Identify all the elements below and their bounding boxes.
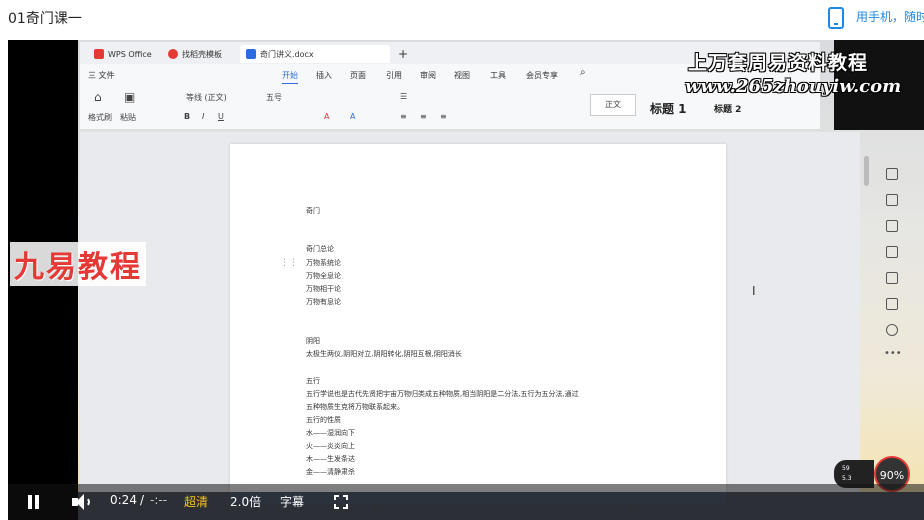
document-line: 五行 — [306, 377, 320, 385]
settings-icon — [886, 220, 898, 232]
menu-page: 页面 — [350, 71, 366, 80]
document-line: 五行的性质 — [306, 416, 341, 424]
quality-button[interactable]: 超清 — [184, 493, 208, 510]
bold-icon: B — [184, 112, 191, 121]
pause-icon[interactable] — [28, 495, 40, 509]
menu-file: 三 文件 — [88, 71, 115, 80]
player-controls: 0:24 / -:-- 超清 2.0倍 字幕 — [8, 484, 924, 520]
course-title: 01奇门课一 — [8, 11, 82, 27]
format-painter-icon: ⌂ — [94, 90, 102, 104]
pen-icon — [886, 168, 898, 180]
document-line: 万物系统论 — [306, 259, 341, 267]
tab-label: 找稻壳模板 — [182, 49, 222, 59]
phone-icon[interactable] — [828, 7, 844, 29]
more-icon: ••• — [884, 348, 902, 359]
style-normal: 正文 — [590, 94, 636, 116]
net-up-value: 59 — [842, 465, 850, 472]
document-line: 奇门总论 — [306, 245, 334, 253]
document-line: 五行学说也是古代先贤把宇宙万物归类成五种物质,相当阴阳是二分法,五行为五分法,通… — [306, 390, 579, 398]
share-icon — [886, 272, 898, 284]
paste-label: 粘贴 — [120, 113, 136, 122]
drag-handle-icon: ⋮⋮ — [280, 258, 298, 268]
document-line: 木——生发条达 — [306, 455, 355, 463]
new-tab-icon: + — [398, 47, 409, 61]
document-line: 金——清静肃杀 — [306, 468, 355, 476]
menu-tools: 工具 — [490, 71, 506, 80]
document-line: 太极生两仪,阴阳对立,阴阳转化,阴阳互根,阴阳消长 — [306, 350, 462, 358]
highlight-icon: A — [324, 112, 330, 121]
align-right-icon: ≡ — [440, 112, 447, 121]
tab-label: 奇门讲义.docx — [260, 49, 314, 59]
align-left-icon: ≡ — [400, 112, 407, 121]
style-heading2: 标题 2 — [714, 105, 742, 115]
font-size-select: 五号 — [266, 93, 282, 102]
tab-document: 奇门讲义.docx — [240, 45, 390, 63]
bullet-list-icon: ☰ — [400, 92, 408, 101]
menu-start: 开始 — [282, 70, 298, 85]
word-doc-icon — [246, 49, 256, 59]
document-page: ⋮⋮ 奇门奇门总论万物系统论万物全息论万物相干论万物有息论阴阳太极生两仪,阴阳对… — [230, 144, 726, 504]
help-icon — [886, 324, 898, 336]
font-color-icon: A — [350, 112, 356, 121]
document-line: 水——湿润向下 — [306, 429, 355, 437]
wps-side-toolbar: ••• — [880, 136, 910, 396]
menu-review: 审阅 — [420, 71, 436, 80]
menu-member: 会员专享 — [526, 71, 558, 80]
wps-logo-icon — [94, 49, 104, 59]
total-time: -:-- — [150, 493, 168, 507]
docer-icon — [168, 49, 178, 59]
layout-icon — [886, 298, 898, 310]
menu-reference: 引用 — [386, 71, 402, 80]
menu-insert: 插入 — [316, 71, 332, 80]
video-player[interactable]: WPS Office 找稻壳模板 奇门讲义.docx + 三 文件 开始 插入 … — [8, 40, 924, 520]
document-line: 万物有息论 — [306, 298, 341, 306]
document-scrollbar — [864, 136, 870, 436]
italic-icon: I — [202, 112, 205, 121]
paste-icon: ▣ — [124, 90, 136, 104]
tab-docer: 找稻壳模板 — [162, 45, 228, 63]
menu-view: 视图 — [454, 71, 470, 80]
text-cursor-icon: I — [752, 284, 756, 298]
document-line: 万物全息论 — [306, 272, 341, 280]
format-painter-label: 格式刷 — [88, 113, 112, 122]
scrollbar-thumb — [864, 156, 869, 186]
style-heading1: 标题 1 — [650, 102, 687, 116]
mobile-watch-link[interactable]: 用手机，随时 — [856, 8, 924, 25]
course-header: 01奇门课一 用手机，随时 — [0, 0, 924, 36]
align-center-icon: ≡ — [420, 112, 427, 121]
tab-label: WPS Office — [108, 49, 152, 59]
subtitle-button[interactable]: 字幕 — [280, 493, 304, 510]
search-icon: ⌕ — [580, 67, 586, 78]
watermark-top: 上万套周易资料教程 — [688, 52, 869, 74]
watermark-brand: 九易教程 — [10, 242, 146, 286]
document-line: 火——炎炎向上 — [306, 442, 355, 450]
time-separator: / — [140, 493, 145, 507]
font-name-select: 等线 (正文) — [186, 93, 227, 102]
watermark-url: www.265zhouyiw.com — [685, 76, 902, 97]
speed-button[interactable]: 2.0倍 — [230, 493, 261, 510]
document-line: 奇门 — [306, 207, 320, 215]
tab-wps-office: WPS Office — [88, 45, 158, 63]
document-line: 阴阳 — [306, 337, 320, 345]
fullscreen-icon[interactable] — [334, 495, 348, 509]
document-line: 五种物质生克将万物联系起来。 — [306, 403, 404, 411]
underline-icon: U — [218, 112, 224, 121]
select-icon — [886, 194, 898, 206]
document-line: 万物相干论 — [306, 285, 341, 293]
volume-icon[interactable] — [72, 494, 90, 510]
image-icon — [886, 246, 898, 258]
net-down-value: 5.3 — [842, 475, 852, 482]
current-time: 0:24 — [110, 493, 137, 507]
